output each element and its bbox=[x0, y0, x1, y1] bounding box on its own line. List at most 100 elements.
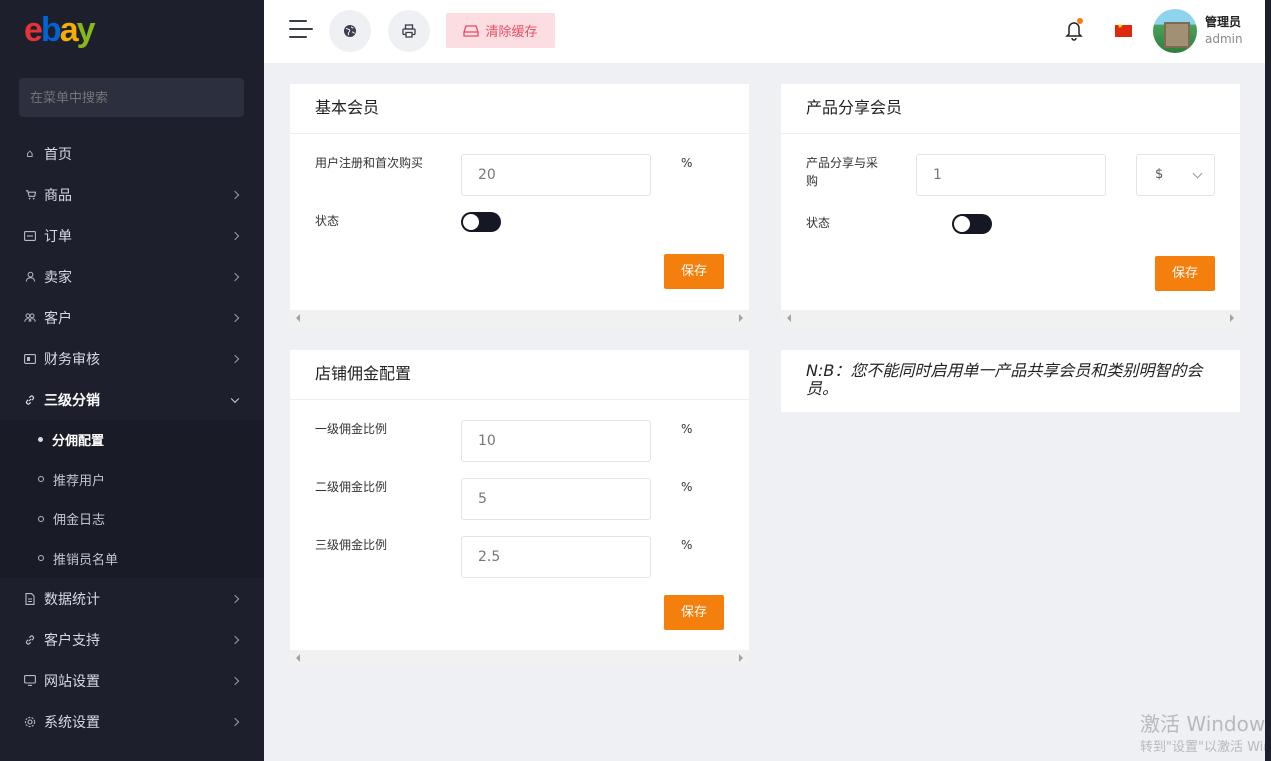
scroll-left-icon[interactable] bbox=[296, 314, 300, 322]
register-purchase-input[interactable]: 20 bbox=[461, 154, 651, 196]
horizontal-scrollbar[interactable] bbox=[781, 310, 1240, 326]
chevron-right-icon bbox=[230, 272, 240, 281]
level1-label: 一级佣金比例 bbox=[315, 422, 388, 436]
card-title: 产品分享会员 bbox=[781, 84, 1240, 134]
bullet-icon bbox=[38, 515, 44, 522]
sidebar-item-home[interactable]: ⌂ 首页 bbox=[0, 133, 264, 174]
sidebar-item-system-settings[interactable]: 系统设置 bbox=[0, 701, 264, 742]
shop-commission-card: 店铺佣金配置 一级佣金比例 10 % 二级佣金比例 5 % 三级佣金比例 2.5… bbox=[290, 350, 749, 666]
sidebar-item-orders[interactable]: 订单 bbox=[0, 215, 264, 256]
percent-unit: % bbox=[681, 156, 693, 170]
sidebar-item-label: 系统设置 bbox=[44, 714, 100, 731]
sidebar-item-label: 财务审核 bbox=[44, 351, 100, 368]
ebay-logo[interactable]: ebay bbox=[24, 12, 96, 48]
sidebar-item-label: 客户支持 bbox=[44, 632, 100, 649]
avatar[interactable] bbox=[1153, 9, 1197, 53]
drive-icon bbox=[463, 24, 480, 37]
chevron-right-icon bbox=[230, 717, 240, 726]
sidebar-subitem-promoter-list[interactable]: 推销员名单 bbox=[0, 538, 264, 578]
sidebar-item-sellers[interactable]: 卖家 bbox=[0, 256, 264, 297]
field-label: 产品分享与采购 bbox=[806, 156, 879, 188]
sidebar-subitem-label: 推荐用户 bbox=[53, 473, 106, 489]
sidebar-item-finance[interactable]: 财务审核 bbox=[0, 338, 264, 379]
user-role: admin bbox=[1205, 32, 1243, 46]
horizontal-scrollbar[interactable] bbox=[290, 310, 749, 326]
chevron-right-icon bbox=[230, 354, 240, 363]
sidebar-subitem-commission-log[interactable]: 佣金日志 bbox=[0, 499, 264, 539]
print-button[interactable] bbox=[388, 10, 430, 52]
card-title: 店铺佣金配置 bbox=[290, 350, 749, 400]
sidebar-item-customers[interactable]: 客户 bbox=[0, 297, 264, 338]
currency-value: $ bbox=[1155, 167, 1164, 182]
sidebar-item-label: 卖家 bbox=[44, 269, 72, 286]
scroll-right-icon[interactable] bbox=[1230, 314, 1234, 322]
document-icon bbox=[24, 592, 36, 605]
printer-icon bbox=[402, 24, 416, 38]
product-share-input[interactable]: 1 bbox=[916, 154, 1106, 196]
status-label: 状态 bbox=[315, 214, 340, 228]
chevron-right-icon bbox=[230, 231, 240, 240]
globe-icon bbox=[344, 25, 356, 37]
scroll-left-icon[interactable] bbox=[787, 314, 791, 322]
sidebar-item-site-settings[interactable]: 网站设置 bbox=[0, 660, 264, 701]
notification-bell-icon[interactable] bbox=[1064, 18, 1084, 42]
windows-activation-title: 激活 Windows bbox=[1140, 712, 1271, 736]
product-share-card: 产品分享会员 产品分享与采购 1 $ 状态 保存 bbox=[781, 84, 1240, 326]
basic-member-card: 基本会员 用户注册和首次购买 20 % 状态 保存 bbox=[290, 84, 749, 326]
monitor-icon bbox=[24, 675, 36, 687]
sidebar-item-label: 数据统计 bbox=[44, 591, 100, 608]
globe-button[interactable] bbox=[329, 10, 371, 52]
gear-icon bbox=[24, 716, 36, 728]
status-toggle[interactable] bbox=[461, 212, 501, 232]
sidebar-item-label: 首页 bbox=[44, 146, 72, 163]
chevron-right-icon bbox=[230, 313, 240, 322]
chevron-right-icon bbox=[230, 635, 240, 644]
percent-unit: % bbox=[681, 480, 693, 494]
top-header: 清除缓存 管理员 admin bbox=[264, 0, 1271, 63]
user-name: 管理员 bbox=[1205, 15, 1242, 29]
save-button[interactable]: 保存 bbox=[664, 595, 724, 630]
field-label: 用户注册和首次购买 bbox=[315, 156, 424, 170]
level3-label: 三级佣金比例 bbox=[315, 538, 388, 552]
sidebar-item-label: 订单 bbox=[44, 228, 72, 245]
chevron-right-icon bbox=[230, 190, 240, 199]
clear-cache-button[interactable]: 清除缓存 bbox=[446, 13, 555, 48]
order-icon bbox=[24, 230, 36, 242]
status-toggle[interactable] bbox=[952, 214, 992, 234]
sidebar-subitem-commission-config[interactable]: 分佣配置 bbox=[0, 420, 264, 460]
level3-commission-input[interactable]: 2.5 bbox=[461, 536, 651, 578]
chevron-down-icon bbox=[1192, 168, 1203, 179]
currency-select[interactable]: $ bbox=[1136, 154, 1215, 196]
menu-search-input[interactable] bbox=[19, 78, 244, 117]
membership-note: N:B：您不能同时启用单一产品共享会员和类别明智的会员。 bbox=[781, 350, 1240, 412]
level1-commission-input[interactable]: 10 bbox=[461, 420, 651, 462]
sidebar-item-products[interactable]: 商品 bbox=[0, 174, 264, 215]
scroll-right-icon[interactable] bbox=[739, 654, 743, 662]
window-edge bbox=[1265, 0, 1271, 761]
horizontal-scrollbar[interactable] bbox=[290, 650, 749, 666]
sidebar-item-support[interactable]: 客户支持 bbox=[0, 619, 264, 660]
sidebar-subitem-referral-users[interactable]: 推荐用户 bbox=[0, 459, 264, 499]
clear-cache-label: 清除缓存 bbox=[485, 25, 538, 40]
scroll-left-icon[interactable] bbox=[296, 654, 300, 662]
save-button[interactable]: 保存 bbox=[1155, 256, 1215, 291]
level2-label: 二级佣金比例 bbox=[315, 480, 388, 494]
percent-unit: % bbox=[681, 538, 693, 552]
cart-icon bbox=[24, 189, 36, 201]
sidebar-item-statistics[interactable]: 数据统计 bbox=[0, 578, 264, 619]
scroll-right-icon[interactable] bbox=[739, 314, 743, 322]
china-flag-icon[interactable] bbox=[1115, 22, 1132, 37]
sidebar-subitem-label: 佣金日志 bbox=[53, 513, 106, 529]
bullet-icon bbox=[38, 437, 43, 443]
menu-toggle-icon[interactable] bbox=[289, 20, 313, 42]
level2-commission-input[interactable]: 5 bbox=[461, 478, 651, 520]
bullet-icon bbox=[38, 555, 44, 562]
sidebar-item-distribution[interactable]: 三级分销 bbox=[0, 379, 264, 420]
link-icon bbox=[24, 634, 36, 646]
sidebar-menu: ⌂ 首页 商品 订单 卖家 客户 财务审核 三级分销 分佣配置 推荐用户 佣金日… bbox=[0, 133, 264, 742]
finance-icon bbox=[24, 353, 36, 365]
sidebar-subitem-label: 分佣配置 bbox=[52, 434, 105, 450]
chevron-down-icon bbox=[230, 394, 240, 403]
sidebar-subitem-label: 推销员名单 bbox=[53, 552, 119, 568]
save-button[interactable]: 保存 bbox=[664, 254, 724, 289]
